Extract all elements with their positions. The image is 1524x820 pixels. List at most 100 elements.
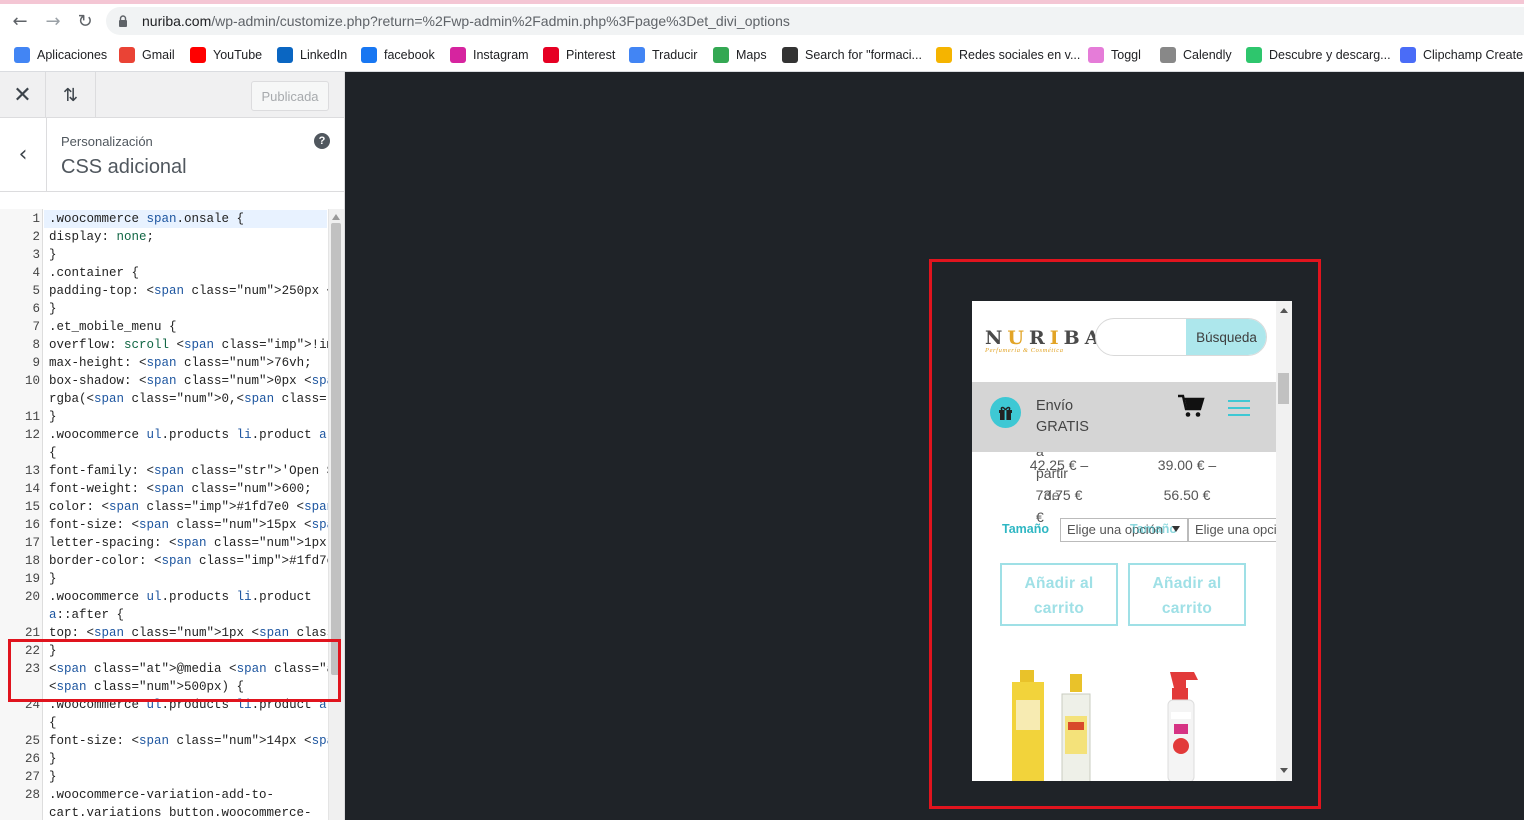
line-number: 25	[24, 734, 40, 748]
bookmark-item[interactable]: Clipchamp Create	[1400, 45, 1523, 65]
bookmark-label: Descubre y descarg...	[1269, 48, 1391, 62]
code-line[interactable]: }	[49, 750, 57, 768]
line-number: 11	[24, 410, 40, 424]
bookmark-item[interactable]: Instagram	[450, 45, 529, 65]
close-icon[interactable]: ✕	[0, 72, 46, 118]
code-line[interactable]: .woocommerce-variation-add-to-	[49, 786, 274, 804]
back-arrow-icon[interactable]: ←	[9, 10, 31, 32]
address-bar: ← → ↻ nuriba.com/wp-admin/customize.php?…	[0, 4, 1524, 38]
bookmark-label: Toggl	[1111, 48, 1141, 62]
add-to-cart-button-left[interactable]: Añadir al carrito	[1000, 563, 1118, 626]
code-line[interactable]: font-size: <span class="num">15px <span …	[49, 516, 344, 534]
customizer-sidebar: ✕ ⇅ Publicada ‹ Personalización CSS adic…	[0, 72, 345, 820]
help-icon[interactable]: ?	[314, 133, 330, 149]
code-line[interactable]: }	[49, 246, 57, 264]
overlap-text-a: a	[1036, 452, 1044, 459]
code-line[interactable]: }	[49, 300, 57, 318]
product-image-sunscreen[interactable]	[1162, 670, 1208, 781]
back-chevron-icon[interactable]: ‹	[0, 118, 47, 191]
preview-scroll-up-icon[interactable]	[1280, 308, 1288, 313]
reload-icon[interactable]: ↻	[74, 10, 96, 32]
bookmark-item[interactable]: Maps	[713, 45, 767, 65]
facebook-icon	[361, 47, 377, 63]
cart-icon[interactable]	[1178, 394, 1205, 418]
add-to-cart-button-right[interactable]: Añadir al carrito	[1128, 563, 1246, 626]
code-line[interactable]: cart.variations button.woocommerce-	[49, 804, 312, 820]
line-number: 7	[32, 320, 40, 334]
youtube-icon	[190, 47, 206, 63]
bookmark-item[interactable]: Toggl	[1088, 45, 1141, 65]
forward-arrow-icon[interactable]: →	[42, 10, 64, 32]
bookmark-item[interactable]: Descubre y descarg...	[1246, 45, 1391, 65]
code-line[interactable]: {	[49, 714, 57, 732]
bookmark-item[interactable]: Redes sociales en v...	[936, 45, 1080, 65]
line-number: 13	[24, 464, 40, 478]
apps-grid-icon	[14, 47, 30, 63]
url-omnibox[interactable]: nuriba.com/wp-admin/customize.php?return…	[106, 7, 1524, 35]
bookmark-item[interactable]: Pinterest	[543, 45, 615, 65]
bookmark-item[interactable]: Search for "formaci...	[782, 45, 922, 65]
size-select-right[interactable]: Elige una opción	[1188, 518, 1276, 542]
overlap-text-partir: partir	[1036, 465, 1068, 481]
code-line[interactable]: .woocommerce span.onsale {	[49, 210, 244, 228]
editor-scroll-thumb[interactable]	[331, 223, 341, 675]
bookmark-item[interactable]: Gmail	[119, 45, 175, 65]
code-line[interactable]: box-shadow: <span class="num">0px <span …	[49, 372, 344, 390]
scroll-up-arrow-icon[interactable]	[332, 214, 340, 220]
code-line[interactable]: {	[49, 444, 57, 462]
line-number: 9	[32, 356, 40, 370]
code-line[interactable]: }	[49, 642, 57, 660]
bookmark-label: facebook	[384, 48, 435, 62]
code-line[interactable]: padding-top: <span class="num">250px <sp…	[49, 282, 344, 300]
site-logo[interactable]: NURIBA Perfumería & Cosmética	[985, 327, 1104, 354]
code-line[interactable]: font-size: <span class="num">14px <span …	[49, 732, 344, 750]
product-image-cologne[interactable]	[1006, 664, 1106, 781]
code-line[interactable]: border-color: <span class="imp">#1fd7e0 …	[49, 552, 344, 570]
line-number: 12	[24, 428, 40, 442]
code-line[interactable]: rgba(<span class="num">0,<span class="nu…	[49, 390, 344, 408]
code-line[interactable]: letter-spacing: <span class="num">1px;	[49, 534, 334, 552]
bookmark-item[interactable]: facebook	[361, 45, 435, 65]
code-line[interactable]: .et_mobile_menu {	[49, 318, 177, 336]
code-line[interactable]: }	[49, 570, 57, 588]
code-line[interactable]: a::after {	[49, 606, 124, 624]
select-chevron-icon[interactable]	[1172, 526, 1180, 532]
bookmark-item[interactable]: Calendly	[1160, 45, 1232, 65]
publish-button[interactable]: Publicada	[251, 81, 329, 111]
code-line[interactable]: <span class="num">500px) {	[49, 678, 244, 696]
code-line[interactable]: display: none;	[49, 228, 154, 246]
bookmark-item[interactable]: LinkedIn	[277, 45, 347, 65]
search-input[interactable]	[1096, 319, 1186, 355]
preview-scroll-down-icon[interactable]	[1280, 768, 1288, 773]
css-code-editor[interactable]: 1 2 3 4 5 6 7 8 9 10 11 12 13 14 15 16 17 18 19 20 21 22 23 24 2…	[0, 209, 344, 820]
instagram-icon	[450, 47, 466, 63]
search-box: Búsqueda	[1095, 318, 1267, 356]
code-line[interactable]: font-weight: <span class="num">600;	[49, 480, 312, 498]
hamburger-menu-icon[interactable]	[1228, 400, 1250, 416]
line-number: 24	[24, 698, 40, 712]
code-line[interactable]: }	[49, 408, 57, 426]
product-grid: 42.25 € – 73.75 € 39.00 € – 56.50 € a pa…	[972, 452, 1276, 781]
code-line[interactable]: .woocommerce ul.products li.product	[49, 588, 312, 606]
search-button[interactable]: Búsqueda	[1186, 319, 1266, 355]
bookmark-item[interactable]: YouTube	[190, 45, 262, 65]
code-line[interactable]: .container {	[49, 264, 139, 282]
code-line[interactable]: .woocommerce ul.products li.product a	[49, 426, 327, 444]
bookmark-item[interactable]: Traducir	[629, 45, 697, 65]
code-line[interactable]: top: <span class="num">1px <span class="…	[49, 624, 344, 642]
bookmarks-bar: Aplicaciones Gmail YouTube LinkedIn facebook…	[0, 38, 1524, 72]
code-line[interactable]: max-height: <span class="num">76vh;	[49, 354, 312, 372]
code-line[interactable]: font-family: <span class="str">'Open San…	[49, 462, 344, 480]
code-line[interactable]: .woocommerce ul.products li.product a	[49, 696, 327, 714]
code-line[interactable]: <span class="at">@media <span class="at"…	[49, 660, 344, 678]
line-number: 5	[32, 284, 40, 298]
code-line[interactable]: color: <span class="imp">#1fd7e0 <span c…	[49, 498, 344, 516]
overlap-text-de: de	[1044, 487, 1060, 503]
sort-arrows-icon[interactable]: ⇅	[46, 72, 96, 118]
preview-scroll-thumb[interactable]	[1278, 373, 1289, 404]
code-line[interactable]: overflow: scroll <span class="imp">!impo…	[49, 336, 344, 354]
shipping-text: Envío GRATIS	[1036, 398, 1089, 435]
code-line[interactable]: }	[49, 768, 57, 786]
bookmark-item[interactable]: Aplicaciones	[14, 45, 107, 65]
line-number: 2	[32, 230, 40, 244]
